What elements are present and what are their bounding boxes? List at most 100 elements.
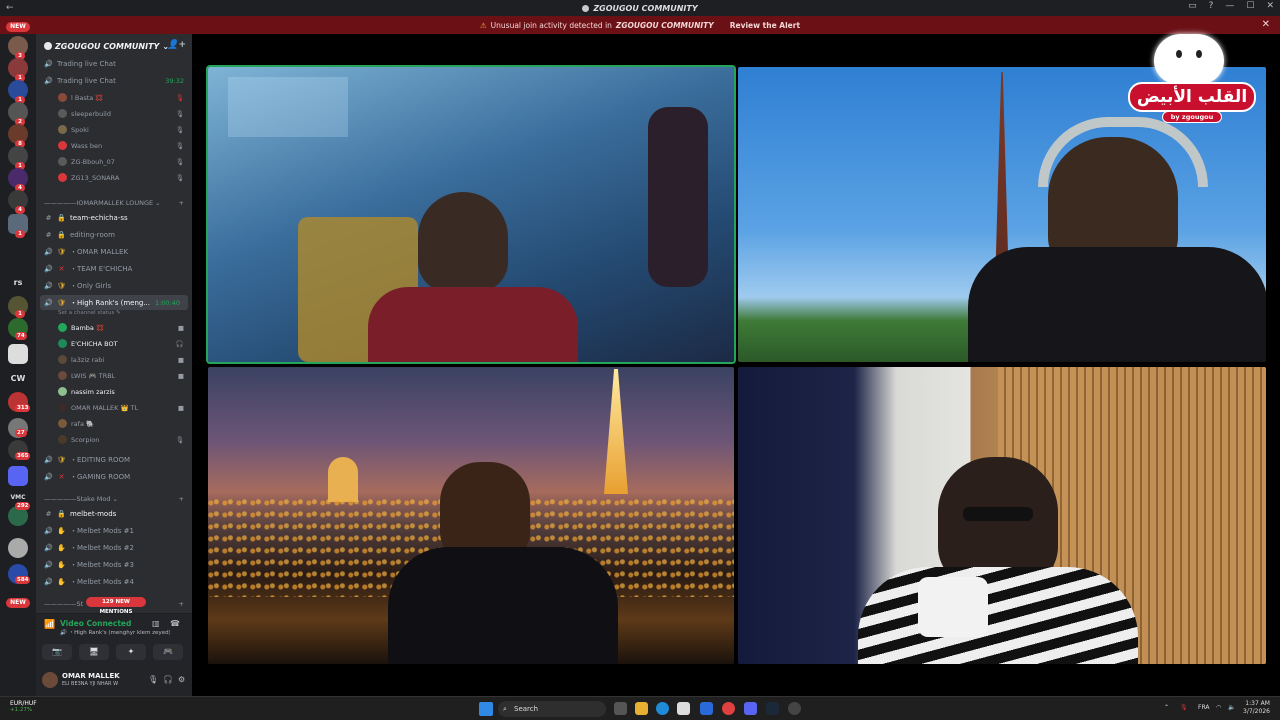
voice-user[interactable]: Spoki 🎙 [36, 122, 192, 137]
voice-channel-only-girls[interactable]: 🔊 🛡 ・Only Girls [36, 278, 192, 293]
soundboard-button[interactable]: 🎮 [153, 644, 183, 660]
disconnect-icon[interactable]: ☎ [170, 619, 180, 628]
category-stake-mod[interactable]: —————Stake Mod ⌄ + [36, 491, 192, 506]
server-icon[interactable] [8, 344, 28, 364]
activities-button[interactable]: ✦ [116, 644, 146, 660]
add-channel-icon[interactable]: + [179, 199, 184, 207]
minimize-button[interactable]: — [1225, 1, 1234, 11]
noise-suppression-icon[interactable]: ▥ [152, 619, 160, 628]
voice-user[interactable]: la3ziz rabi ■ [36, 352, 192, 367]
server-icon[interactable] [8, 538, 28, 558]
ticker-change: +1.27% [10, 707, 33, 713]
app-icon[interactable] [788, 702, 801, 715]
edge-icon[interactable] [656, 702, 669, 715]
windows-start-icon[interactable] [479, 702, 493, 716]
voice-channel-editing-room[interactable]: 🔊 🛡 ・EDITING ROOM [36, 452, 192, 467]
new-pill-top[interactable]: NEW [6, 22, 30, 32]
mail-icon[interactable] [700, 702, 713, 715]
stock-widget[interactable]: EUR/HUF +1.27% [10, 700, 37, 713]
avatar[interactable] [42, 672, 58, 688]
voice-user[interactable]: nassim zarzis [36, 384, 192, 399]
maximize-button[interactable]: ☐ [1246, 1, 1254, 11]
window-title: ZGOUGOU COMMUNITY [582, 4, 698, 13]
avatar [58, 403, 67, 412]
voice-channel-high-ranks[interactable]: 🔊 🛡 ・High Rank's (meng... 1:00:40 [40, 295, 188, 310]
server-label-vmc[interactable]: VMC [0, 494, 36, 501]
shield-icon: 🛡 [57, 281, 66, 290]
voice-channel-gaming-room[interactable]: 🔊 ✕ ・GAMING ROOM [36, 469, 192, 484]
hand-icon: ✋ [57, 560, 66, 569]
tray-mic-icon[interactable]: 🎙 [1180, 704, 1188, 711]
set-channel-status[interactable]: Set a channel status ✎ [58, 310, 188, 316]
headphones-icon[interactable]: 🎧 [163, 675, 173, 684]
voice-user[interactable]: ZG13_SONARA 🎙 [36, 170, 192, 185]
voice-timer: 39:32 [165, 76, 184, 85]
voice-channel-path[interactable]: 🔊 ・High Rank's (menghyr klem zeyed) / ..… [60, 628, 170, 636]
help-icon[interactable]: ? [1209, 1, 1214, 11]
text-channel-team-echicha-ss[interactable]: # 🔒 team-echicha-ss [36, 210, 192, 225]
user-name[interactable]: OMAR MALLEK [62, 672, 120, 680]
new-pill-bottom[interactable]: NEW [6, 598, 30, 608]
review-alert-link[interactable]: Review the Alert [730, 21, 800, 30]
gear-icon[interactable]: ⚙ [178, 675, 185, 684]
server-header[interactable]: ZGOUGOU COMMUNITY ⌄ 👤+ [36, 38, 192, 54]
add-channel-icon[interactable]: + [179, 600, 184, 608]
tray-chevron-icon[interactable]: ⌃ [1164, 704, 1169, 711]
volume-icon[interactable]: 🔈 [1228, 704, 1235, 711]
taskbar-search[interactable]: ⌕ Search [498, 701, 606, 717]
category-lounge[interactable]: —————IOMARMALLEK LOUNGE ⌄ + [36, 195, 192, 210]
video-tile-1[interactable] [206, 65, 736, 364]
voice-user[interactable]: l Basta 💢 🎙 [36, 90, 192, 105]
folder-icon[interactable] [8, 466, 28, 486]
voice-channel-melbet-3[interactable]: 🔊 ✋ ・Melbet Mods #3 [36, 557, 192, 572]
voice-channel-melbet-2[interactable]: 🔊 ✋ ・Melbet Mods #2 [36, 540, 192, 555]
person-body [368, 287, 578, 362]
voice-user[interactable]: ZG-Bbouh_07 🎙 [36, 154, 192, 169]
close-alert-button[interactable]: ✕ [1262, 19, 1270, 30]
discord-icon[interactable] [744, 702, 757, 715]
text-channel-editing-room[interactable]: # 🔒 editing-room [36, 227, 192, 242]
voice-channel-melbet-4[interactable]: 🔊 ✋ ・Melbet Mods #4 [36, 574, 192, 589]
file-explorer-icon[interactable] [635, 702, 648, 715]
voice-user[interactable]: rafa 🐘 [36, 416, 192, 431]
voice-user[interactable]: OMAR MALLEK 👑 TL ■ [36, 400, 192, 415]
voice-user[interactable]: E'CHICHA BOT 🎧 [36, 336, 192, 351]
voice-channel-omar-mallek[interactable]: 🔊 🛡 ・OMAR MALLEK [36, 244, 192, 259]
back-arrow-icon[interactable]: ← [6, 3, 14, 13]
server-label-rs[interactable]: rs [0, 278, 36, 287]
add-channel-icon[interactable]: + [179, 495, 184, 503]
wifi-icon[interactable]: ◠ [1216, 704, 1221, 711]
steam-icon[interactable] [766, 702, 779, 715]
task-view-icon[interactable] [614, 702, 627, 715]
text-channel-melbet-mods[interactable]: # 🔒 melbet-mods [36, 506, 192, 521]
category-label: —————Stake Mod ⌄ [44, 494, 118, 503]
server-label-cw[interactable]: CW [0, 374, 36, 383]
invite-people-icon[interactable]: 👤+ [167, 40, 186, 50]
voice-user[interactable]: Scorpion 🎙 [36, 432, 192, 447]
microphone-icon[interactable]: 🎙 [148, 675, 158, 684]
signal-icon[interactable]: 📶 [44, 620, 55, 630]
voice-user[interactable]: Bamba 💢 ■ [36, 320, 192, 335]
voice-channel-trading-1[interactable]: 🔊 Trading live Chat [36, 56, 192, 71]
inbox-icon[interactable]: ▭ [1188, 1, 1197, 11]
chrome-icon[interactable] [722, 702, 735, 715]
speaker-icon: 🔊 [44, 264, 53, 273]
voice-channel-trading-2[interactable]: 🔊 Trading live Chat 39:32 [36, 73, 192, 88]
video-tile-3[interactable] [208, 367, 734, 664]
search-icon: ⌕ [503, 705, 507, 713]
language-indicator[interactable]: FRA [1198, 704, 1209, 711]
voice-channel-melbet-1[interactable]: 🔊 ✋ ・Melbet Mods #1 [36, 523, 192, 538]
voice-user[interactable]: sleeperbuild 🎙 [36, 106, 192, 121]
new-mentions-pill[interactable]: 129 NEW MENTIONS [86, 597, 146, 615]
video-tile-4[interactable] [738, 367, 1266, 664]
channel-label: editing-room [70, 230, 115, 239]
server-badge: 365 [15, 452, 31, 460]
voice-user[interactable]: LWIS 🎮 TRBL ■ [36, 368, 192, 383]
store-icon[interactable] [677, 702, 690, 715]
close-window-button[interactable]: ✕ [1266, 1, 1274, 11]
clock[interactable]: 1:37 AM 3/7/2026 [1243, 700, 1270, 716]
camera-button[interactable]: 📷 [42, 644, 72, 660]
screen-share-button[interactable]: 🖥 [79, 644, 109, 660]
voice-channel-team-echicha[interactable]: 🔊 ✕ ・TEAM E'CHICHA [36, 261, 192, 276]
voice-user[interactable]: Wass ben 🎙 [36, 138, 192, 153]
